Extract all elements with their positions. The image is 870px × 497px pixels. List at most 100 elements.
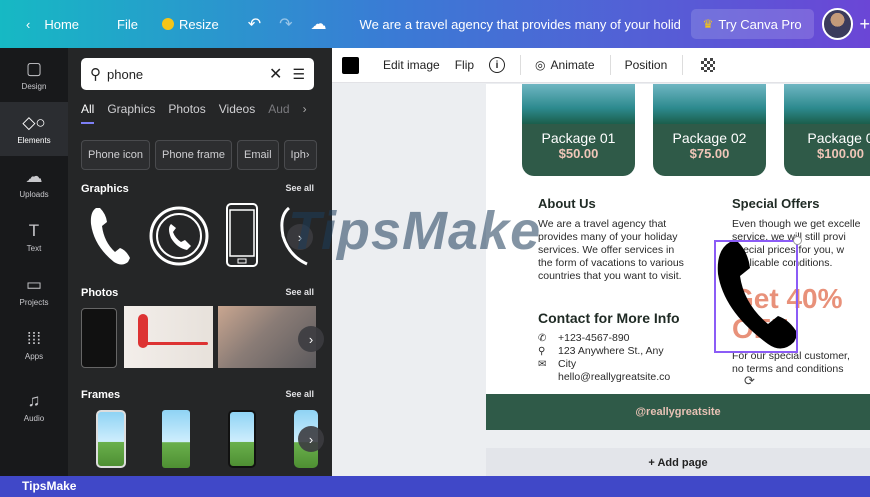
resize-icon bbox=[161, 18, 174, 30]
see-all-graphics[interactable]: See all bbox=[285, 183, 314, 195]
transparency-icon[interactable] bbox=[701, 58, 716, 72]
mail-icon: ✉ bbox=[538, 359, 547, 370]
smartphone-outline-graphic[interactable] bbox=[224, 202, 260, 268]
package-card-1: Package 01 $50.00 bbox=[522, 84, 635, 176]
package-card-3: Package 0 $100.00 bbox=[784, 84, 870, 176]
design-page[interactable]: Package 01 $50.00 Package 02 $75.00 Pack… bbox=[486, 84, 870, 430]
bottom-brand-bar: TipsMake bbox=[0, 476, 870, 497]
tab-photos[interactable]: Photos bbox=[168, 102, 205, 124]
animate-button[interactable]: ◎ Animate bbox=[535, 58, 595, 72]
search-input[interactable]: phone bbox=[107, 67, 269, 82]
chevron-left-icon: ‹ bbox=[26, 16, 31, 32]
contact-row: ✆ +123-4567-890 bbox=[538, 332, 630, 344]
package-photo bbox=[522, 84, 635, 124]
photo-thumb-red-phone[interactable] bbox=[124, 306, 213, 368]
folder-icon: ▭ bbox=[25, 275, 43, 294]
package-photo bbox=[784, 84, 870, 124]
contact-row: ⚲ 123 Anywhere St., Any bbox=[538, 345, 664, 357]
toolbar-divider bbox=[609, 55, 611, 75]
contact-row: ✉ City bbox=[538, 358, 577, 370]
chip-phone-icon[interactable]: Phone icon bbox=[81, 140, 151, 170]
frames-section-header: Frames See all bbox=[81, 389, 314, 401]
see-all-photos[interactable]: See all bbox=[285, 287, 314, 299]
phone-handset-graphic[interactable] bbox=[86, 204, 134, 268]
chip-iphone[interactable]: Iph› bbox=[283, 140, 317, 170]
grid-icon: ⁞⁞⁞ bbox=[26, 329, 42, 348]
search-icon: ⚲ bbox=[90, 66, 101, 83]
text-icon: T bbox=[28, 221, 40, 240]
photos-next-button[interactable]: › bbox=[298, 326, 324, 352]
file-menu[interactable]: File bbox=[105, 0, 150, 48]
layout-icon: ▢ bbox=[25, 59, 43, 78]
rail-item-audio[interactable]: ♫ Audio bbox=[0, 380, 68, 434]
phone-circle-graphic[interactable] bbox=[147, 204, 211, 268]
add-page-button[interactable]: + Add page bbox=[486, 448, 870, 476]
see-all-frames[interactable]: See all bbox=[285, 389, 314, 401]
rail-item-elements[interactable]: ◇○ Elements bbox=[0, 102, 68, 156]
resize-handle[interactable] bbox=[793, 236, 802, 245]
document-title[interactable]: We are a travel agency that provides man… bbox=[348, 0, 681, 48]
crown-icon: ♛ bbox=[702, 17, 714, 31]
contact-list: ✆ +123-4567-890 ⚲ 123 Anywhere St., Any ✉ C… bbox=[538, 332, 670, 384]
graphics-row: › bbox=[81, 202, 321, 272]
tab-audio[interactable]: Aud bbox=[268, 102, 289, 124]
watermark-logo: TipsMake bbox=[288, 201, 542, 261]
photos-section-header: Photos See all bbox=[81, 287, 314, 299]
info-button[interactable]: i bbox=[489, 57, 506, 73]
home-button[interactable]: ‹ Home bbox=[0, 0, 91, 48]
try-canva-pro-button[interactable]: ♛ Try Canva Pro bbox=[690, 9, 814, 39]
color-swatch[interactable] bbox=[342, 56, 359, 74]
tab-graphics[interactable]: Graphics bbox=[107, 102, 155, 124]
package-card-2: Package 02 $75.00 bbox=[653, 84, 766, 176]
location-icon: ⚲ bbox=[538, 346, 546, 357]
add-collaborator-button[interactable]: + bbox=[859, 14, 870, 35]
chip-email[interactable]: Email bbox=[237, 140, 279, 170]
undo-icon[interactable]: ↶ bbox=[239, 0, 270, 48]
about-text: We are a travel agency that provides man… bbox=[538, 218, 684, 282]
suggestion-chips: Phone icon Phone frame Email Iph› bbox=[81, 140, 322, 170]
tab-all[interactable]: All bbox=[81, 102, 95, 124]
phone-small-icon: ✆ bbox=[538, 333, 547, 344]
photo-thumb-phone[interactable] bbox=[81, 308, 117, 368]
tab-videos[interactable]: Videos bbox=[219, 102, 255, 124]
contact-title: Contact for More Info bbox=[538, 310, 680, 326]
category-tabs: All Graphics Photos Videos Aud › bbox=[81, 102, 321, 124]
redo-icon[interactable]: ↷ bbox=[270, 0, 301, 48]
package-photo bbox=[653, 84, 766, 124]
rotate-icon[interactable]: ⟳ bbox=[744, 373, 755, 389]
filter-icon[interactable]: ☰ bbox=[292, 66, 305, 83]
frame-thumb-1[interactable] bbox=[96, 410, 126, 468]
about-title: About Us bbox=[538, 196, 596, 211]
toolbar-divider bbox=[682, 55, 684, 75]
rail-item-design[interactable]: ▢ Design bbox=[0, 48, 68, 102]
flip-button[interactable]: Flip bbox=[455, 58, 474, 72]
top-bar: ‹ Home File Resize ↶ ↷ ☁ We are a travel… bbox=[0, 0, 870, 48]
clear-search-icon[interactable]: ✕ bbox=[269, 64, 282, 84]
rail-item-text[interactable]: T Text bbox=[0, 210, 68, 264]
search-box[interactable]: ⚲ phone ✕ ☰ bbox=[81, 58, 314, 90]
cloud-upload-icon: ☁ bbox=[25, 167, 43, 186]
rail-item-projects[interactable]: ▭ Projects bbox=[0, 264, 68, 318]
animate-icon: ◎ bbox=[535, 58, 546, 72]
frames-next-button[interactable]: › bbox=[298, 426, 324, 452]
rail-item-uploads[interactable]: ☁ Uploads bbox=[0, 156, 68, 210]
shapes-icon: ◇○ bbox=[22, 113, 46, 132]
footer-handle: @reallygreatsite bbox=[486, 394, 870, 430]
selection-box[interactable] bbox=[714, 240, 798, 353]
contact-row: hello@reallygreatsite.co bbox=[558, 371, 671, 383]
left-rail: ▢ Design ◇○ Elements ☁ Uploads T Text ▭ … bbox=[0, 48, 68, 476]
graphics-section-header: Graphics See all bbox=[81, 183, 314, 195]
rail-item-apps[interactable]: ⁞⁞⁞ Apps bbox=[0, 318, 68, 372]
edit-image-button[interactable]: Edit image bbox=[383, 58, 440, 72]
avatar[interactable] bbox=[821, 8, 854, 40]
cloud-save-icon[interactable]: ☁ bbox=[302, 0, 336, 48]
chip-phone-frame[interactable]: Phone frame bbox=[155, 140, 233, 170]
music-icon: ♫ bbox=[27, 391, 41, 410]
frame-thumb-2[interactable] bbox=[162, 410, 190, 468]
elements-panel: ⚲ phone ✕ ☰ All Graphics Photos Videos A… bbox=[68, 48, 332, 476]
resize-button[interactable]: Resize bbox=[150, 0, 231, 48]
chevron-right-icon[interactable]: › bbox=[303, 102, 307, 124]
frame-thumb-3[interactable] bbox=[228, 410, 256, 468]
position-button[interactable]: Position bbox=[625, 58, 668, 72]
canvas-area: Edit image Flip i ◎ Animate Position Pac… bbox=[332, 48, 870, 476]
